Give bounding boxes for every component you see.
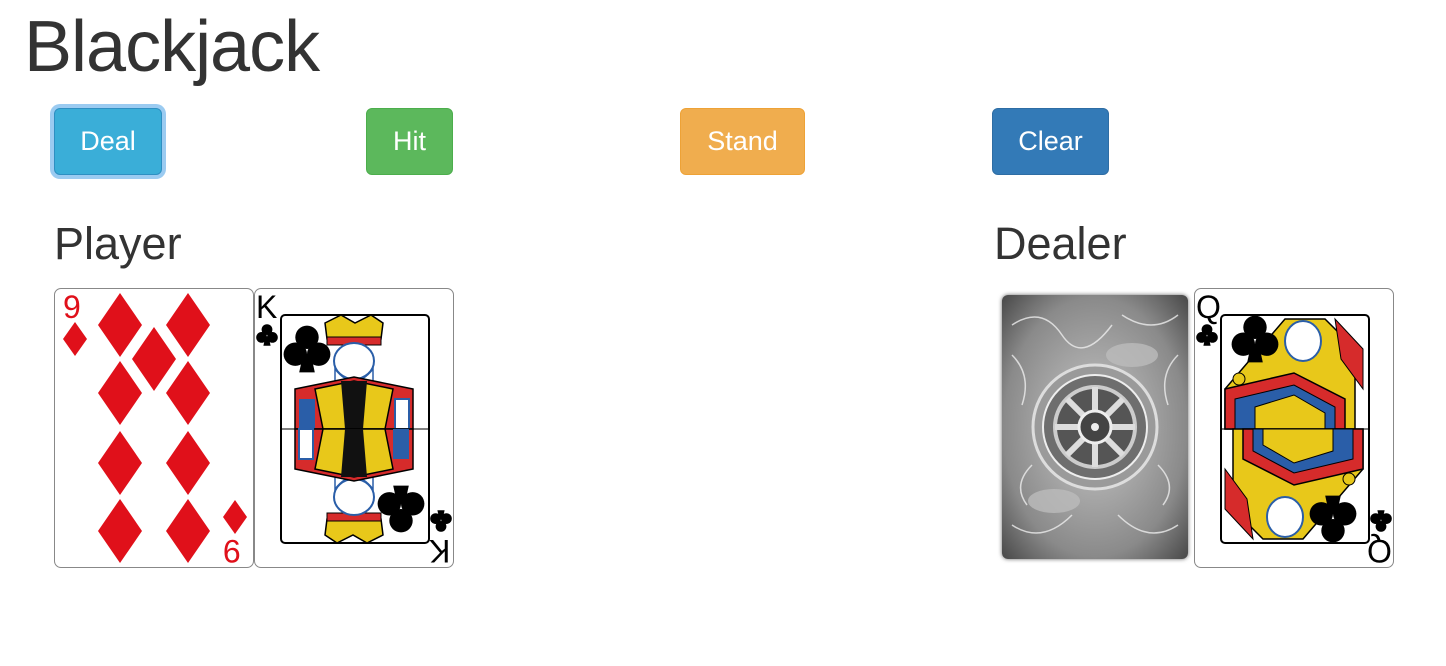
playing-card-nine-of-diamonds: 9 9 <box>54 288 254 568</box>
playing-card-queen-of-clubs: Q Q <box>1194 288 1394 568</box>
card-back-clock-icon <box>1002 295 1188 559</box>
page-title: Blackjack <box>24 7 320 87</box>
player-heading: Player <box>54 218 182 269</box>
card-rank-top: K <box>256 289 278 325</box>
card-rank-bottom: Q <box>1367 533 1392 568</box>
dealer-heading: Dealer <box>994 218 1127 269</box>
card-rank-top: 9 <box>63 289 81 325</box>
card-rank-bottom: K <box>429 533 451 568</box>
stand-button[interactable]: Stand <box>680 108 805 175</box>
playing-card-king-of-clubs: K K <box>254 288 454 568</box>
deal-button[interactable]: Deal <box>54 108 162 175</box>
dealer-hand: Q Q <box>1000 288 1400 568</box>
playing-card-face-down <box>1002 295 1188 559</box>
card-rank-bottom: 9 <box>223 533 241 568</box>
card-rank-top: Q <box>1196 289 1221 325</box>
hit-button[interactable]: Hit <box>366 108 453 175</box>
queen-face-icon <box>1196 314 1392 544</box>
clear-button[interactable]: Clear <box>992 108 1109 175</box>
player-hand: 9 9 K K <box>54 288 454 568</box>
king-face-icon <box>256 314 452 544</box>
diamond-pips-icon <box>63 293 247 563</box>
